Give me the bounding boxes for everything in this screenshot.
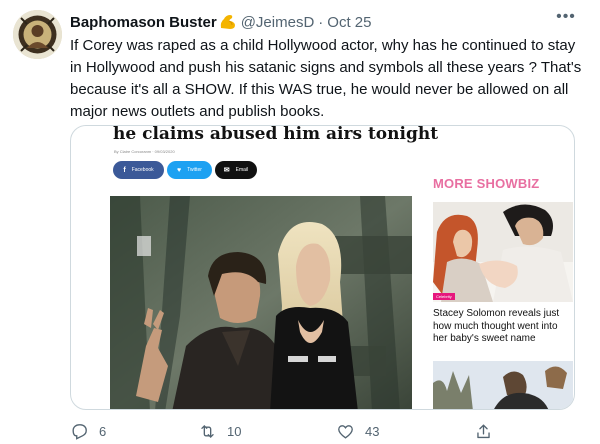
tweet-actions: 6 10 43 (70, 420, 590, 444)
sidebar-thumbnail (433, 202, 573, 302)
reply-count: 6 (99, 424, 107, 439)
twitter-share-button: ♥ Twitter (167, 161, 212, 179)
avatar[interactable] (13, 10, 62, 59)
article-headline: he claims abused him airs tonight (113, 125, 439, 144)
attached-image[interactable]: he claims abused him airs tonight By Cla… (70, 125, 575, 410)
twitter-bird-icon: ♥ (177, 166, 182, 174)
retweet-icon (201, 425, 214, 438)
display-name[interactable]: Baphomason Buster (70, 14, 217, 31)
mail-icon: ✉ (223, 167, 230, 174)
like-count: 43 (365, 424, 380, 439)
tweet-text: If Corey was raped as a child Hollywood … (70, 37, 582, 120)
share-icon (477, 424, 490, 439)
reply-icon (72, 424, 87, 440)
like-button[interactable]: 43 (336, 422, 379, 441)
user-handle[interactable]: @JeimesD (241, 14, 315, 31)
email-share-label: Email (235, 167, 249, 173)
sidebar-headline: Stacey Solomon reveals just how much tho… (433, 308, 560, 344)
more-options-icon[interactable]: ••• (556, 9, 576, 30)
sidebar-title: MORE SHOWBIZ (433, 176, 540, 191)
share-button[interactable] (474, 422, 493, 441)
sidebar-thumbnail-2 (433, 361, 573, 409)
heart-icon (338, 425, 353, 439)
facebook-share-label: Facebook (131, 167, 154, 173)
reply-button[interactable]: 6 (70, 422, 106, 441)
email-share-button: ✉ Email (215, 161, 257, 179)
timestamp[interactable]: Oct 25 (327, 14, 371, 31)
tweet[interactable]: Baphomason Buster @JeimesD · Oct 25 ••• … (0, 0, 600, 444)
twitter-share-label: Twitter (187, 167, 202, 173)
tweet-header: Baphomason Buster @JeimesD · Oct 25 (70, 12, 371, 32)
retweet-count: 10 (227, 424, 242, 439)
flexed-biceps-icon (218, 13, 238, 31)
facebook-share-button: f Facebook (113, 161, 164, 179)
facebook-icon: f (123, 166, 126, 174)
separator: · (318, 13, 324, 31)
category-tag: Celebrity (433, 293, 455, 300)
article-photo (110, 196, 412, 409)
share-buttons: f Facebook ♥ Twitter ✉ Email (113, 161, 257, 179)
retweet-button[interactable]: 10 (198, 422, 241, 441)
article-byline: By Claire Corcoranm · 09/03/2020 (114, 149, 175, 154)
